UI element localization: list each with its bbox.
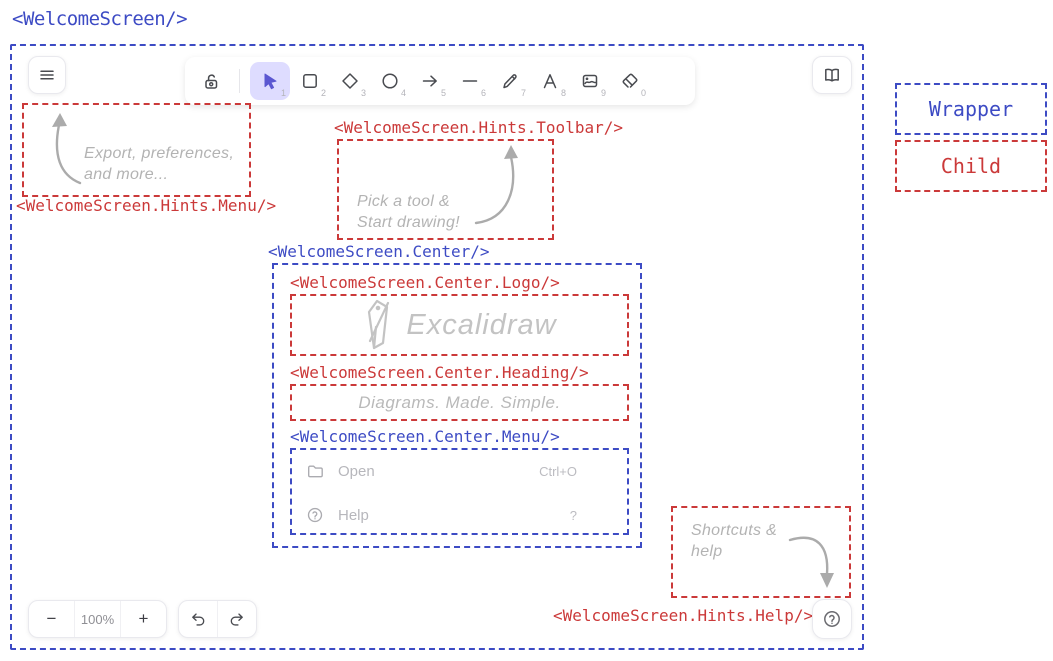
tool-shortcut: 9 xyxy=(601,88,606,98)
line-tool-button[interactable]: 6 xyxy=(450,62,490,100)
pencil-icon xyxy=(500,71,520,91)
book-icon xyxy=(822,65,842,85)
center-menu-box: Open Ctrl+O Help ? xyxy=(290,448,629,535)
center-menu-label: <WelcomeScreen.Center.Menu/> xyxy=(290,427,560,446)
hints-menu-label: <WelcomeScreen.Hints.Menu/> xyxy=(16,196,276,215)
zoom-level-value: 100% xyxy=(81,612,114,627)
help-button[interactable] xyxy=(812,599,852,639)
redo-button[interactable] xyxy=(217,601,256,637)
undo-button[interactable] xyxy=(179,601,217,637)
rectangle-tool-button[interactable]: 2 xyxy=(290,62,330,100)
excalidraw-logo-text: Excalidraw xyxy=(406,309,556,342)
tool-shortcut: 3 xyxy=(361,88,366,98)
arrow-tool-button[interactable]: 5 xyxy=(410,62,450,100)
hint-toolbar-arrow-icon xyxy=(472,143,532,231)
minus-icon: − xyxy=(47,609,57,629)
hints-help-label: <WelcomeScreen.Hints.Help/> xyxy=(553,606,813,625)
toolbar-divider xyxy=(239,69,240,93)
tool-shortcut: 6 xyxy=(481,88,486,98)
zoom-level-button[interactable]: 100% xyxy=(74,601,120,637)
tool-shortcut: 7 xyxy=(521,88,526,98)
cursor-icon xyxy=(260,71,280,91)
center-heading-box: Diagrams. Made. Simple. xyxy=(290,384,629,421)
toolbar: 1 2 3 4 5 xyxy=(185,57,695,105)
hint-help-arrow-icon xyxy=(787,530,845,592)
excalidraw-pen-icon xyxy=(362,297,394,353)
main-menu-button[interactable] xyxy=(28,56,66,94)
legend-child-label: Child xyxy=(941,154,1001,178)
zoom-controls: − 100% + xyxy=(28,600,167,638)
ellipse-icon xyxy=(380,71,400,91)
hints-toolbar-label: <WelcomeScreen.Hints.Toolbar/> xyxy=(334,118,623,137)
menu-item-shortcut: ? xyxy=(570,508,577,523)
unlock-icon xyxy=(201,71,221,91)
selection-tool-button[interactable]: 1 xyxy=(250,62,290,100)
zoom-out-button[interactable]: − xyxy=(29,601,74,637)
center-box: <WelcomeScreen.Center.Logo/> Excalidraw … xyxy=(272,263,642,548)
legend-wrapper-box: Wrapper xyxy=(895,83,1047,135)
undo-icon xyxy=(189,610,207,628)
center-heading-label: <WelcomeScreen.Center.Heading/> xyxy=(290,363,589,382)
menu-item-help[interactable]: Help ? xyxy=(300,501,619,529)
center-heading-text: Diagrams. Made. Simple. xyxy=(292,386,627,419)
hint-menu-text: Export, preferences, and more... xyxy=(84,143,234,185)
hint-toolbar-box: Pick a tool & Start drawing! xyxy=(337,139,554,240)
redo-icon xyxy=(228,610,246,628)
hint-help-text: Shortcuts & help xyxy=(691,520,777,562)
image-tool-button[interactable]: 9 xyxy=(570,62,610,100)
lock-tool-button[interactable] xyxy=(193,62,229,100)
hamburger-icon xyxy=(37,65,57,85)
text-tool-button[interactable]: 8 xyxy=(530,62,570,100)
eraser-tool-button[interactable]: 0 xyxy=(610,62,650,100)
legend-child-box: Child xyxy=(895,140,1047,192)
tool-shortcut: 5 xyxy=(441,88,446,98)
hint-menu-box: Export, preferences, and more... xyxy=(22,103,251,197)
menu-item-open[interactable]: Open Ctrl+O xyxy=(300,457,619,485)
tool-shortcut: 1 xyxy=(281,88,286,98)
question-mark-icon xyxy=(822,609,842,629)
excalidraw-logo: Excalidraw xyxy=(292,296,627,354)
menu-item-label: Help xyxy=(338,507,369,524)
menu-item-label: Open xyxy=(338,463,375,480)
center-logo-label: <WelcomeScreen.Center.Logo/> xyxy=(290,273,560,292)
menu-item-shortcut: Ctrl+O xyxy=(539,464,577,479)
image-icon xyxy=(580,71,600,91)
line-icon xyxy=(460,71,480,91)
welcome-screen-doc-figure: <WelcomeScreen/> 1 2 xyxy=(0,0,1053,661)
hint-toolbar-text: Pick a tool & Start drawing! xyxy=(357,191,460,233)
library-button[interactable] xyxy=(812,56,852,94)
tool-shortcut: 0 xyxy=(641,88,646,98)
zoom-in-button[interactable]: + xyxy=(120,601,166,637)
diamond-icon xyxy=(340,71,360,91)
legend-wrapper-label: Wrapper xyxy=(929,97,1013,121)
tool-shortcut: 4 xyxy=(401,88,406,98)
help-circle-icon xyxy=(306,506,324,524)
diamond-tool-button[interactable]: 3 xyxy=(330,62,370,100)
undo-redo-controls xyxy=(178,600,257,638)
welcome-screen-label: <WelcomeScreen/> xyxy=(12,8,187,30)
rectangle-icon xyxy=(300,71,320,91)
draw-tool-button[interactable]: 7 xyxy=(490,62,530,100)
tool-shortcut: 8 xyxy=(561,88,566,98)
hint-help-box: Shortcuts & help xyxy=(671,506,851,598)
tool-shortcut: 2 xyxy=(321,88,326,98)
eraser-icon xyxy=(620,71,640,91)
plus-icon: + xyxy=(139,609,149,629)
folder-icon xyxy=(306,462,324,480)
arrow-icon xyxy=(420,71,440,91)
center-logo-box: Excalidraw xyxy=(290,294,629,356)
text-icon xyxy=(540,71,560,91)
center-label: <WelcomeScreen.Center/> xyxy=(268,242,490,261)
ellipse-tool-button[interactable]: 4 xyxy=(370,62,410,100)
